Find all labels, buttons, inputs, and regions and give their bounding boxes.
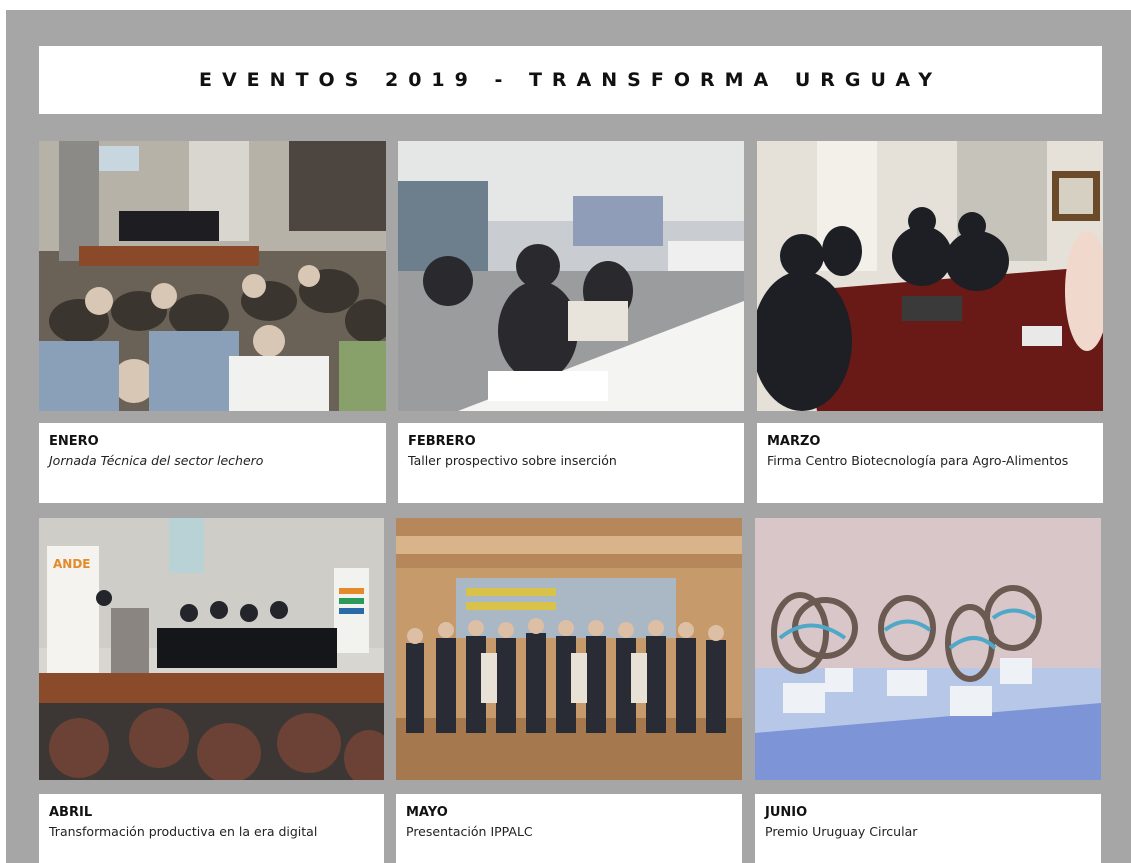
title-banner: EVENTOS 2019 - TRANSFORMA URGUAY <box>39 46 1102 114</box>
event-month: ABRIL <box>49 805 93 820</box>
caption-marzo: MARZO Firma Centro Biotecnología para Ag… <box>757 423 1103 503</box>
photo-marzo <box>757 141 1103 411</box>
caption-enero: ENERO Jornada Técnica del sector lechero <box>39 423 386 503</box>
caption-febrero: FEBRERO Taller prospectivo sobre inserci… <box>398 423 744 503</box>
caption-junio: JUNIO Premio Uruguay Circular <box>755 794 1101 863</box>
event-description: Firma Centro Biotecnología para Agro-Ali… <box>767 453 1069 468</box>
event-description: Presentación IPPALC <box>406 824 533 839</box>
page-title: EVENTOS 2019 - TRANSFORMA URGUAY <box>199 69 942 91</box>
event-description: Taller prospectivo sobre inserción <box>408 453 617 468</box>
ande-logo-text: ANDE <box>53 557 91 571</box>
photo-abril: ANDE <box>39 518 384 780</box>
event-month: FEBRERO <box>408 434 476 449</box>
caption-mayo: MAYO Presentación IPPALC <box>396 794 742 863</box>
event-month: ENERO <box>49 434 99 449</box>
event-month: JUNIO <box>765 805 808 820</box>
photo-mayo <box>396 518 742 780</box>
event-description: Premio Uruguay Circular <box>765 824 918 839</box>
event-description: Transformación productiva en la era digi… <box>49 824 318 839</box>
caption-abril: ABRIL Transformación productiva en la er… <box>39 794 384 863</box>
event-month: MAYO <box>406 805 448 820</box>
event-description: Jornada Técnica del sector lechero <box>49 453 264 468</box>
photo-febrero <box>398 141 744 411</box>
photo-enero <box>39 141 386 411</box>
photo-junio <box>755 518 1101 780</box>
event-month: MARZO <box>767 434 821 449</box>
